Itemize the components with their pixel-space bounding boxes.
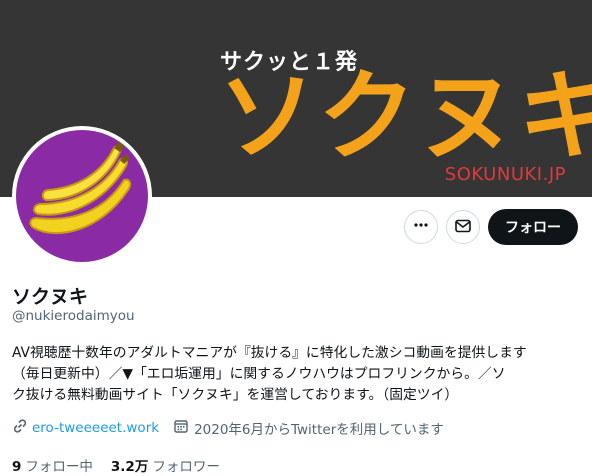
profile-name: ソクヌキ — [12, 286, 89, 308]
profile-actions: フォロー — [404, 209, 578, 245]
banner-url: SOKUNUKI.JP — [444, 164, 566, 185]
profile-stats: 9 フォロー中 3.2万 フォロワー — [12, 455, 238, 475]
banner-logo: ソクヌキ — [218, 60, 592, 174]
profile-website-link[interactable]: ero-tweeeeet.work — [32, 420, 159, 436]
link-icon — [12, 418, 28, 438]
profile-meta: ero-tweeeeet.work 2020年6月からTwitterを利用してい… — [12, 418, 444, 438]
followers-label: フォロワー — [152, 459, 220, 475]
calendar-icon — [173, 418, 189, 438]
mail-icon — [455, 218, 471, 237]
profile-bio: AV視聴歴十数年のアダルトマニアが『抜ける』に特化した激シコ動画を提供します （… — [12, 343, 582, 406]
following-count: 9 — [12, 459, 22, 475]
followers-count: 3.2万 — [110, 459, 149, 475]
following-stat[interactable]: 9 フォロー中 — [12, 455, 93, 475]
bio-line: （毎日更新中）／▼「エロ垢運用」に関するノウハウはプロフリンクから。／ソ — [12, 366, 506, 382]
joined-date: 2020年6月からTwitterを利用しています — [194, 422, 444, 438]
follow-button[interactable]: フォロー — [488, 209, 578, 245]
message-button[interactable] — [446, 210, 480, 244]
followers-stat[interactable]: 3.2万 フォロワー — [111, 455, 220, 475]
more-icon — [413, 217, 429, 237]
avatar[interactable] — [12, 126, 152, 266]
bio-line: AV視聴歴十数年のアダルトマニアが『抜ける』に特化した激シコ動画を提供します — [12, 345, 527, 361]
following-label: フォロー中 — [25, 459, 93, 475]
banana-avatar-image — [16, 130, 148, 262]
bio-line: ク抜ける無料動画サイト「ソクヌキ」を運営しております。（固定ツイ） — [12, 387, 459, 403]
more-button[interactable] — [404, 210, 438, 244]
profile-handle: @nukierodaimyou — [12, 308, 135, 324]
